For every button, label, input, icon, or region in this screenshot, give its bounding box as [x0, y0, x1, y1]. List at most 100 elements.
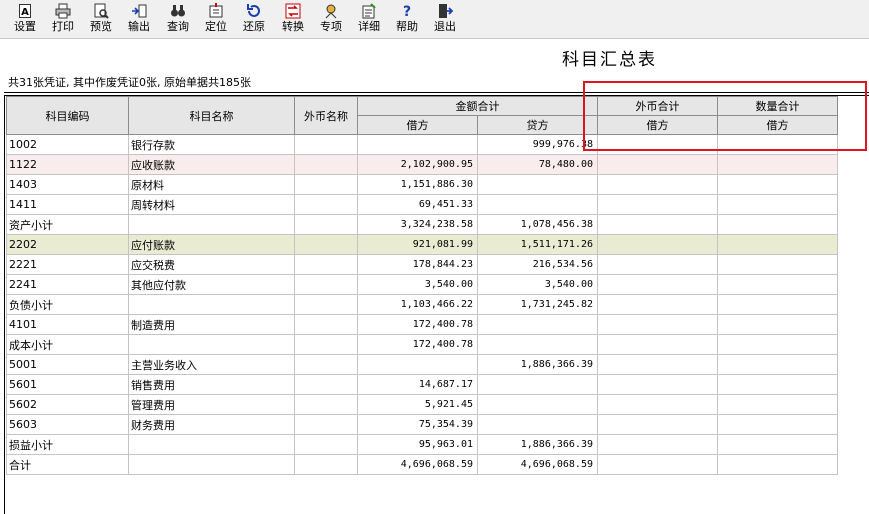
account-name-cell[interactable]: [128, 294, 295, 315]
table-row[interactable]: 1411 周转材料 69,451.33: [6, 194, 838, 215]
help-button[interactable]: ? 帮助: [389, 2, 425, 35]
account-code-cell[interactable]: 资产小计: [6, 214, 129, 235]
credit-amount-cell[interactable]: 1,511,171.26: [477, 234, 598, 255]
fc-debit-cell[interactable]: [597, 274, 718, 295]
debit-amount-cell[interactable]: 69,451.33: [357, 194, 478, 215]
qty-debit-cell[interactable]: [717, 214, 838, 235]
fc-debit-cell[interactable]: [597, 394, 718, 415]
account-code-cell[interactable]: 2221: [6, 254, 129, 275]
qty-debit-cell[interactable]: [717, 194, 838, 215]
credit-amount-cell[interactable]: [477, 174, 598, 195]
debit-amount-cell[interactable]: 14,687.17: [357, 374, 478, 395]
table-row[interactable]: 5001 主营业务收入 1,886,366.39: [6, 354, 838, 375]
credit-amount-cell[interactable]: 999,976.38: [477, 134, 598, 155]
account-name-cell[interactable]: 应收账款: [128, 154, 295, 175]
credit-amount-cell[interactable]: 4,696,068.59: [477, 454, 598, 475]
account-code-cell[interactable]: 5001: [6, 354, 129, 375]
qty-debit-cell[interactable]: [717, 314, 838, 335]
header-fc-debit[interactable]: 借方: [597, 115, 718, 135]
account-name-cell[interactable]: [128, 334, 295, 355]
debit-amount-cell[interactable]: 3,324,238.58: [357, 214, 478, 235]
table-row[interactable]: 资产小计 3,324,238.58 1,078,456.38: [6, 214, 838, 235]
currency-name-cell[interactable]: [294, 194, 358, 215]
account-name-cell[interactable]: 制造费用: [128, 314, 295, 335]
fc-debit-cell[interactable]: [597, 194, 718, 215]
debit-amount-cell[interactable]: 172,400.78: [357, 314, 478, 335]
table-row[interactable]: 2241 其他应付款 3,540.00 3,540.00: [6, 274, 838, 295]
currency-name-cell[interactable]: [294, 394, 358, 415]
account-name-cell[interactable]: [128, 434, 295, 455]
credit-amount-cell[interactable]: 3,540.00: [477, 274, 598, 295]
special-button[interactable]: 专项: [313, 2, 349, 35]
table-row[interactable]: 4101 制造费用 172,400.78: [6, 314, 838, 335]
table-row[interactable]: 2202 应付账款 921,081.99 1,511,171.26: [6, 234, 838, 255]
qty-debit-cell[interactable]: [717, 434, 838, 455]
fc-debit-cell[interactable]: [597, 154, 718, 175]
debit-amount-cell[interactable]: 172,400.78: [357, 334, 478, 355]
credit-amount-cell[interactable]: 216,534.56: [477, 254, 598, 275]
currency-name-cell[interactable]: [294, 434, 358, 455]
account-code-cell[interactable]: 1403: [6, 174, 129, 195]
account-name-cell[interactable]: 银行存款: [128, 134, 295, 155]
currency-name-cell[interactable]: [294, 134, 358, 155]
account-code-cell[interactable]: 1411: [6, 194, 129, 215]
header-qty-debit[interactable]: 借方: [717, 115, 838, 135]
account-name-cell[interactable]: 周转材料: [128, 194, 295, 215]
debit-amount-cell[interactable]: [357, 134, 478, 155]
debit-amount-cell[interactable]: 1,151,886.30: [357, 174, 478, 195]
currency-name-cell[interactable]: [294, 314, 358, 335]
credit-amount-cell[interactable]: [477, 414, 598, 435]
debit-amount-cell[interactable]: 75,354.39: [357, 414, 478, 435]
table-row[interactable]: 5601 销售费用 14,687.17: [6, 374, 838, 395]
preview-button[interactable]: 预览: [83, 2, 119, 35]
account-code-cell[interactable]: 1002: [6, 134, 129, 155]
detail-button[interactable]: 详细: [351, 2, 387, 35]
header-account-code[interactable]: 科目编码: [6, 96, 129, 135]
debit-amount-cell[interactable]: 3,540.00: [357, 274, 478, 295]
account-code-cell[interactable]: 5601: [6, 374, 129, 395]
account-code-cell[interactable]: 1122: [6, 154, 129, 175]
account-name-cell[interactable]: 财务费用: [128, 414, 295, 435]
qty-debit-cell[interactable]: [717, 174, 838, 195]
account-code-cell[interactable]: 2202: [6, 234, 129, 255]
account-name-cell[interactable]: 销售费用: [128, 374, 295, 395]
qty-debit-cell[interactable]: [717, 134, 838, 155]
table-row[interactable]: 负债小计 1,103,466.22 1,731,245.82: [6, 294, 838, 315]
fc-debit-cell[interactable]: [597, 414, 718, 435]
fc-debit-cell[interactable]: [597, 134, 718, 155]
print-button[interactable]: 打印: [45, 2, 81, 35]
debit-amount-cell[interactable]: 2,102,900.95: [357, 154, 478, 175]
debit-amount-cell[interactable]: 1,103,466.22: [357, 294, 478, 315]
fc-debit-cell[interactable]: [597, 434, 718, 455]
fc-debit-cell[interactable]: [597, 334, 718, 355]
account-name-cell[interactable]: 原材料: [128, 174, 295, 195]
table-row[interactable]: 1122 应收账款 2,102,900.95 78,480.00: [6, 154, 838, 175]
account-code-cell[interactable]: 5603: [6, 414, 129, 435]
debit-amount-cell[interactable]: 921,081.99: [357, 234, 478, 255]
qty-debit-cell[interactable]: [717, 154, 838, 175]
table-row[interactable]: 5603 财务费用 75,354.39: [6, 414, 838, 435]
qty-debit-cell[interactable]: [717, 374, 838, 395]
credit-amount-cell[interactable]: 1,078,456.38: [477, 214, 598, 235]
fc-debit-cell[interactable]: [597, 214, 718, 235]
locate-button[interactable]: 定位: [198, 2, 234, 35]
convert-button[interactable]: 转换: [275, 2, 311, 35]
debit-amount-cell[interactable]: 5,921.45: [357, 394, 478, 415]
header-account-name[interactable]: 科目名称: [128, 96, 295, 135]
table-row[interactable]: 损益小计 95,963.01 1,886,366.39: [6, 434, 838, 455]
currency-name-cell[interactable]: [294, 274, 358, 295]
fc-debit-cell[interactable]: [597, 234, 718, 255]
credit-amount-cell[interactable]: [477, 314, 598, 335]
fc-debit-cell[interactable]: [597, 174, 718, 195]
fc-debit-cell[interactable]: [597, 254, 718, 275]
table-row[interactable]: 成本小计 172,400.78: [6, 334, 838, 355]
credit-amount-cell[interactable]: 1,731,245.82: [477, 294, 598, 315]
account-name-cell[interactable]: [128, 214, 295, 235]
account-code-cell[interactable]: 5602: [6, 394, 129, 415]
table-row[interactable]: 2221 应交税费 178,844.23 216,534.56: [6, 254, 838, 275]
credit-amount-cell[interactable]: [477, 334, 598, 355]
exit-button[interactable]: 退出: [427, 2, 463, 35]
account-code-cell[interactable]: 合计: [6, 454, 129, 475]
currency-name-cell[interactable]: [294, 154, 358, 175]
fc-debit-cell[interactable]: [597, 374, 718, 395]
